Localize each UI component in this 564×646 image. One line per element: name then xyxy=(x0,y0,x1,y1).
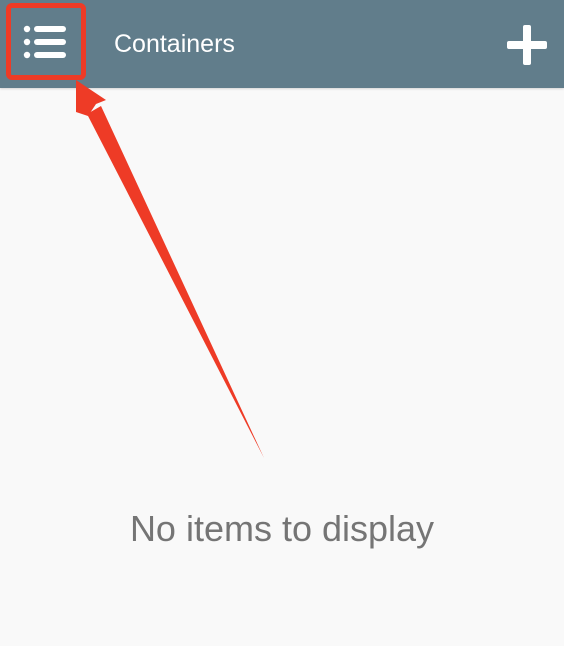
plus-icon xyxy=(507,25,547,65)
menu-button[interactable] xyxy=(6,3,86,80)
app-bar: Containers xyxy=(0,0,564,88)
list-menu-icon xyxy=(23,25,66,58)
empty-state-message: No items to display xyxy=(129,508,435,549)
add-button[interactable] xyxy=(500,18,554,72)
app-bar-title: Containers xyxy=(114,30,235,58)
